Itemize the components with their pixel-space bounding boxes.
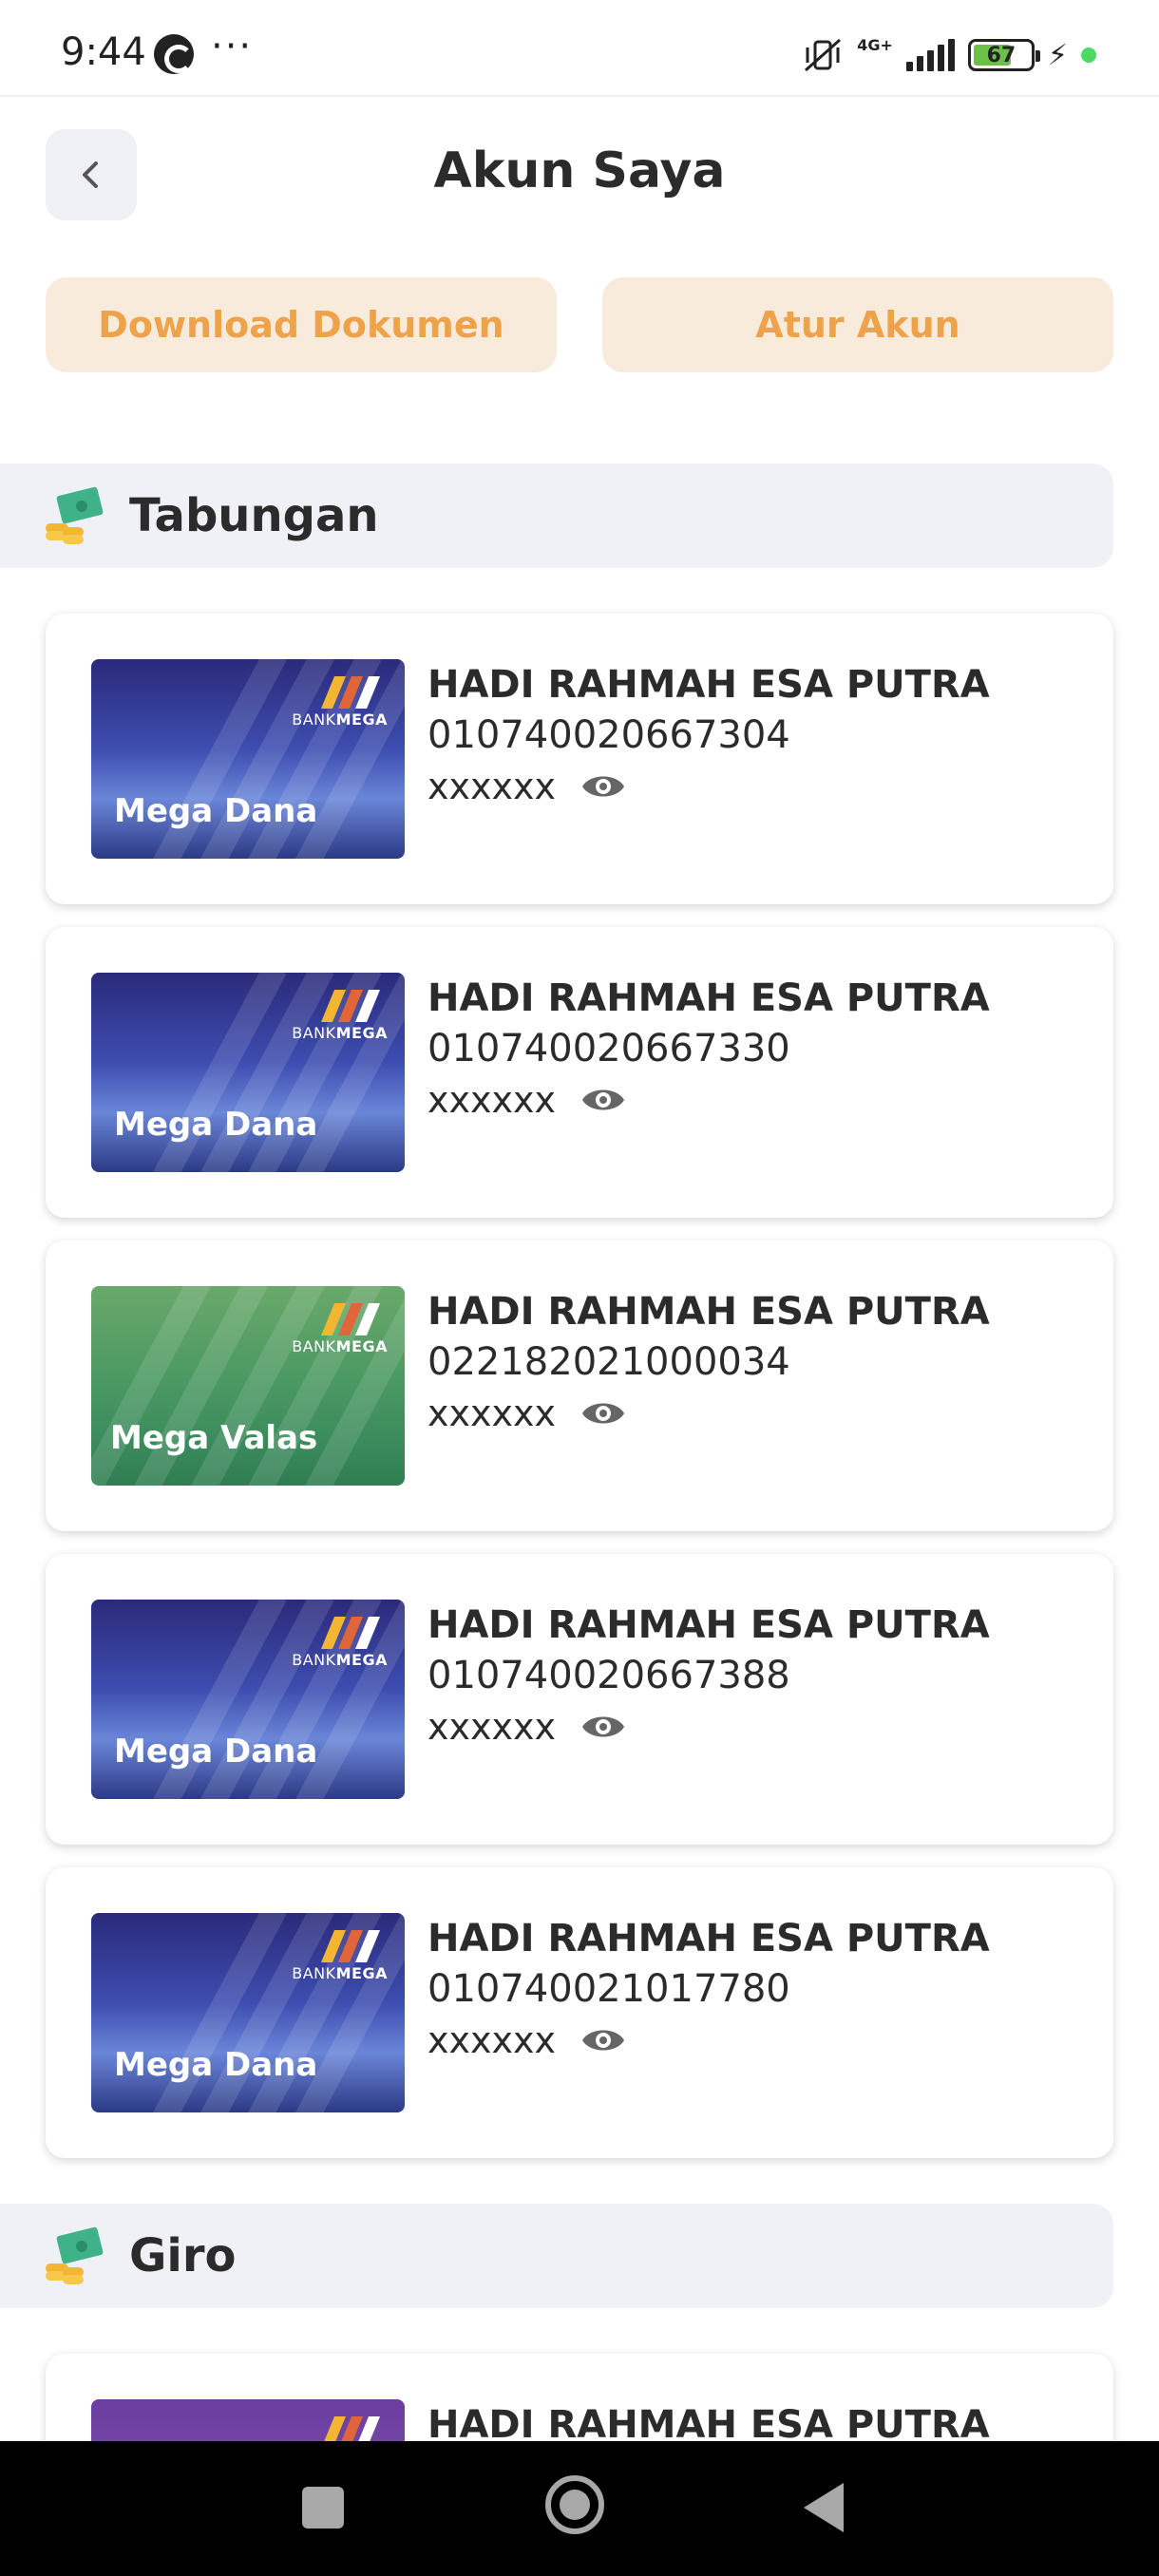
card-image: BANKMEGA Mega Dana (91, 1913, 405, 2112)
status-bar: 9:44 ··· 4G+ 67 ⚡ (0, 0, 1159, 95)
eye-icon[interactable] (580, 1083, 626, 1117)
card-product-name: Mega Dana (114, 1733, 318, 1771)
system-nav-bar (0, 2441, 1159, 2576)
system-back-button[interactable] (804, 2483, 844, 2532)
balance-row: xxxxxx (428, 1389, 990, 1438)
card-image: BANKMEGA Mega Dana (91, 973, 405, 1172)
account-holder-name: HADI RAHMAH ESA PUTRA (428, 663, 990, 707)
account-card[interactable]: BANKMEGA Mega Dana HADI RAHMAH ESA PUTRA… (46, 1554, 1113, 1845)
card-image: BANKMEGA Mega Dana (91, 1600, 405, 1799)
eye-icon[interactable] (580, 2023, 626, 2057)
section-title-savings: Tabungan (129, 489, 379, 542)
card-image: BANKMEGA Mega Dana (91, 659, 405, 859)
eye-icon[interactable] (580, 1710, 626, 1744)
section-title-giro: Giro (129, 2229, 237, 2282)
card-product-name: Mega Dana (114, 2046, 318, 2084)
balance-row: xxxxxx (428, 2016, 990, 2065)
app-notification-icon (154, 34, 194, 74)
balance-row: xxxxxx (428, 1075, 990, 1125)
bank-logo-text: BANKMEGA (292, 1024, 388, 1042)
bank-name: MEGA (335, 1964, 388, 1982)
bank-name: MEGA (335, 1024, 388, 1042)
account-number: 010740020667330 (428, 1027, 790, 1070)
account-card[interactable]: BANKMEGA Mega Dana HADI RAHMAH ESA PUTRA… (46, 614, 1113, 904)
account-holder-name: HADI RAHMAH ESA PUTRA (428, 1603, 990, 1647)
bank-name: MEGA (335, 1651, 388, 1669)
status-time: 9:44 (61, 30, 146, 74)
eye-icon[interactable] (580, 769, 626, 804)
bank-logo-text: BANKMEGA (292, 710, 388, 729)
bank-prefix: BANK (292, 1651, 336, 1669)
status-indicators: 4G+ 67 ⚡ (802, 34, 1096, 76)
balance-masked: xxxxxx (428, 1392, 556, 1434)
bank-logo-text: BANKMEGA (292, 1337, 388, 1355)
battery-level: 67 (986, 44, 1016, 67)
bank-prefix: BANK (292, 1337, 336, 1355)
account-number: 010740021017780 (428, 1967, 790, 2011)
header-divider (0, 95, 1159, 97)
account-number: 022182021000034 (428, 1340, 790, 1384)
bank-logo-text: BANKMEGA (292, 1651, 388, 1669)
account-holder-name: HADI RAHMAH ESA PUTRA (428, 1290, 990, 1334)
balance-masked: xxxxxx (428, 1706, 556, 1748)
account-number: 010740020667304 (428, 713, 790, 757)
card-image: BANKMEGA Mega Valas (91, 1286, 405, 1486)
more-notifications-icon: ··· (211, 25, 254, 68)
card-product-name: Mega Dana (114, 792, 318, 830)
bank-mega-logo: BANKMEGA (292, 1930, 388, 1987)
money-icon (46, 486, 104, 544)
bank-prefix: BANK (292, 1024, 336, 1042)
section-header-savings: Tabungan (0, 464, 1113, 568)
account-holder-name: HADI RAHMAH ESA PUTRA (428, 976, 990, 1020)
card-product-name: Mega Valas (110, 1419, 318, 1457)
network-type: 4G+ (857, 36, 893, 54)
bank-name: MEGA (335, 710, 388, 729)
card-product-name: Mega Dana (114, 1106, 318, 1144)
bank-mega-logo: BANKMEGA (292, 676, 388, 733)
download-document-button[interactable]: Download Dokumen (46, 277, 557, 372)
account-info: HADI RAHMAH ESA PUTRA 010740020667388 xx… (428, 1601, 990, 1752)
action-row: Download Dokumen Atur Akun (46, 277, 1113, 372)
account-number: 010740020667388 (428, 1654, 790, 1697)
page-title: Akun Saya (433, 142, 726, 199)
section-header-giro: Giro (0, 2204, 1113, 2308)
balance-masked: xxxxxx (428, 1079, 556, 1121)
money-icon (46, 2226, 104, 2284)
charging-icon: ⚡ (1047, 38, 1068, 72)
recent-apps-button[interactable] (302, 2487, 344, 2529)
balance-masked: xxxxxx (428, 766, 556, 807)
account-card[interactable]: BANKMEGA Mega Dana HADI RAHMAH ESA PUTRA… (46, 1867, 1113, 2158)
account-info: HADI RAHMAH ESA PUTRA 010740021017780 xx… (428, 1915, 990, 2065)
battery-icon: 67 (967, 39, 1040, 71)
balance-row: xxxxxx (428, 762, 990, 811)
account-card[interactable]: BANKMEGA Mega Valas HADI RAHMAH ESA PUTR… (46, 1241, 1113, 1531)
account-info: HADI RAHMAH ESA PUTRA 022182021000034 xx… (428, 1288, 990, 1438)
bank-mega-logo: BANKMEGA (292, 1617, 388, 1674)
balance-masked: xxxxxx (428, 2019, 556, 2061)
account-info: HADI RAHMAH ESA PUTRA 010740020667330 xx… (428, 975, 990, 1125)
account-holder-name: HADI RAHMAH ESA PUTRA (428, 1917, 990, 1960)
eye-icon[interactable] (580, 1396, 626, 1430)
bank-mega-logo: BANKMEGA (292, 1303, 388, 1360)
bank-prefix: BANK (292, 710, 336, 729)
bank-prefix: BANK (292, 1964, 336, 1982)
balance-row: xxxxxx (428, 1702, 990, 1752)
account-card[interactable]: BANKMEGA Mega Dana HADI RAHMAH ESA PUTRA… (46, 927, 1113, 1218)
bank-name: MEGA (335, 1337, 388, 1355)
bank-mega-logo: BANKMEGA (292, 990, 388, 1047)
vibrate-off-icon (802, 36, 844, 74)
account-info: HADI RAHMAH ESA PUTRA 010740020667304 xx… (428, 661, 990, 811)
privacy-indicator-icon (1081, 47, 1096, 63)
home-button[interactable] (545, 2475, 604, 2534)
bank-logo-text: BANKMEGA (292, 1964, 388, 1982)
manage-account-button[interactable]: Atur Akun (602, 277, 1113, 372)
signal-icon (905, 39, 955, 71)
